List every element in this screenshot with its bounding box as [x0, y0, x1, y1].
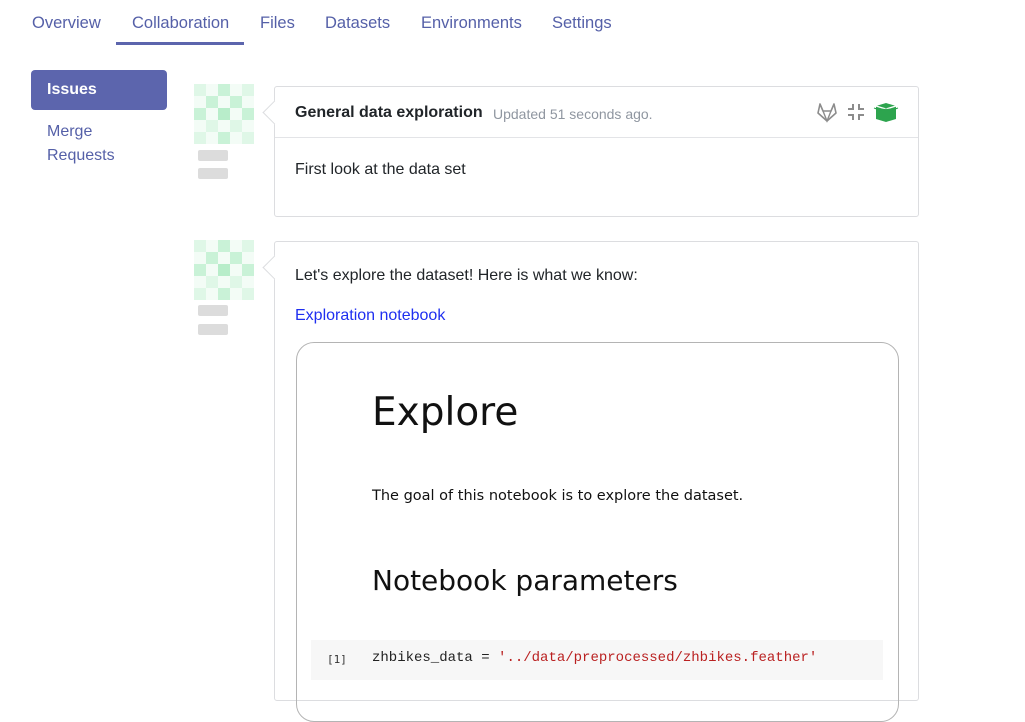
- author-date-redacted: [198, 324, 228, 335]
- issue-updated-time: Updated 51 seconds ago.: [493, 106, 653, 122]
- notebook-paragraph: The goal of this notebook is to explore …: [372, 488, 744, 504]
- author-name-redacted: [198, 305, 228, 316]
- sidebar-item-issues[interactable]: Issues: [31, 70, 167, 110]
- cell-prompt: [1]: [327, 653, 347, 666]
- tab-overview[interactable]: Overview: [32, 14, 101, 33]
- avatar: [194, 84, 254, 144]
- gitlab-icon[interactable]: [816, 101, 838, 123]
- package-icon[interactable]: [873, 101, 899, 123]
- avatar: [194, 240, 254, 300]
- tab-datasets[interactable]: Datasets: [325, 14, 390, 33]
- tab-collaboration[interactable]: Collaboration: [132, 14, 229, 33]
- comment-card: Let's explore the dataset! Here is what …: [262, 241, 919, 722]
- code-line: zhbikes_data = '../data/preprocessed/zhb…: [372, 650, 817, 666]
- code-cell[interactable]: [1] zhbikes_data = '../data/preprocessed…: [311, 640, 883, 680]
- issue-header: General data exploration Updated 51 seco…: [275, 87, 918, 138]
- issue-description: First look at the data set: [295, 161, 466, 178]
- tab-files[interactable]: Files: [260, 14, 295, 33]
- author-name-redacted: [198, 150, 228, 161]
- project-tabs: Overview Collaboration Files Datasets En…: [0, 0, 1025, 46]
- comment-text: Let's explore the dataset! Here is what …: [295, 267, 638, 284]
- issue-card: General data exploration Updated 51 seco…: [262, 86, 919, 217]
- code-string: '../data/preprocessed/zhbikes.feather': [498, 650, 818, 666]
- notebook-preview[interactable]: Explore The goal of this notebook is to …: [296, 342, 899, 722]
- tab-settings[interactable]: Settings: [552, 14, 612, 33]
- code-operator: =: [472, 650, 499, 666]
- notebook-subheading: Notebook parameters: [372, 564, 678, 597]
- tab-environments[interactable]: Environments: [421, 14, 522, 33]
- sidebar-item-merge-requests[interactable]: Merge Requests: [47, 120, 157, 168]
- code-variable: zhbikes_data: [372, 650, 473, 666]
- notebook-heading: Explore: [372, 390, 519, 435]
- author-date-redacted: [198, 168, 228, 179]
- notebook-link[interactable]: Exploration notebook: [295, 307, 445, 325]
- active-tab-indicator: [116, 42, 244, 45]
- card-pointer: [262, 255, 287, 280]
- collapse-icon[interactable]: [845, 101, 867, 123]
- issue-title: General data exploration: [295, 104, 483, 121]
